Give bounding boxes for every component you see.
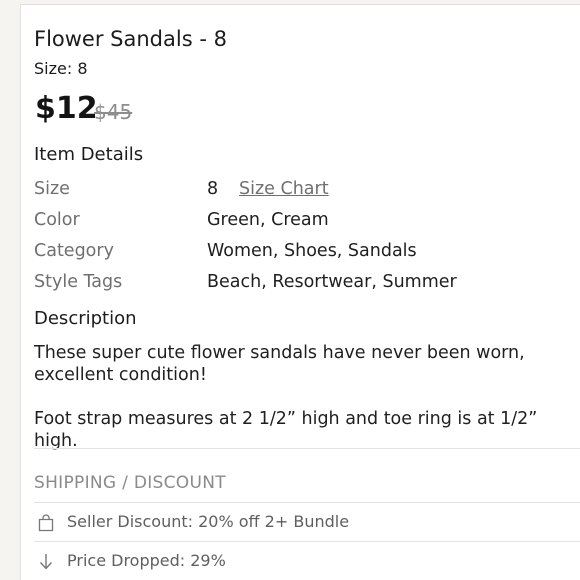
detail-row-color: Color Green, Cream [34,210,574,236]
detail-value: Beach, Resortwear, Summer [207,272,457,292]
arrow-down-icon [36,552,56,572]
detail-row-category: Category Women, Shoes, Sandals [34,241,574,267]
detail-label: Style Tags [34,272,123,292]
size-chart-link[interactable]: Size Chart [239,179,329,199]
detail-label: Category [34,241,114,261]
price-dropped-text: Price Dropped: 29% [67,551,226,570]
listing-card: Flower Sandals - 8 Size: 8 $12 $45 Item … [20,4,580,580]
detail-label: Color [34,210,80,230]
detail-label: Size [34,179,70,199]
current-price: $12 [35,91,98,126]
shopping-bag-icon [36,513,56,533]
description-paragraph: Foot strap measures at 2 1/2” high and t… [34,409,538,451]
item-details-heading: Item Details [34,144,144,165]
seller-discount-text: Seller Discount: 20% off 2+ Bundle [67,512,350,531]
shipping-discount-heading: SHIPPING / DISCOUNT [34,473,226,493]
description-paragraph: These super cute flower sandals have nev… [34,343,525,385]
divider [34,448,580,449]
detail-value: Women, Shoes, Sandals [207,241,417,261]
detail-row-size: Size 8 Size Chart [34,179,574,205]
listing-page: Flower Sandals - 8 Size: 8 $12 $45 Item … [0,0,580,580]
listing-size: Size: 8 [34,59,88,78]
description-heading: Description [34,308,137,329]
seller-discount-row[interactable]: Seller Discount: 20% off 2+ Bundle › [34,503,580,541]
detail-value: Green, Cream [207,210,329,230]
original-price: $45 [94,100,133,124]
detail-row-style-tags: Style Tags Beach, Resortwear, Summer [34,272,574,298]
detail-value: 8 [207,179,219,199]
listing-title: Flower Sandals - 8 [34,27,227,51]
price-dropped-row[interactable]: Price Dropped: 29% [34,542,580,580]
